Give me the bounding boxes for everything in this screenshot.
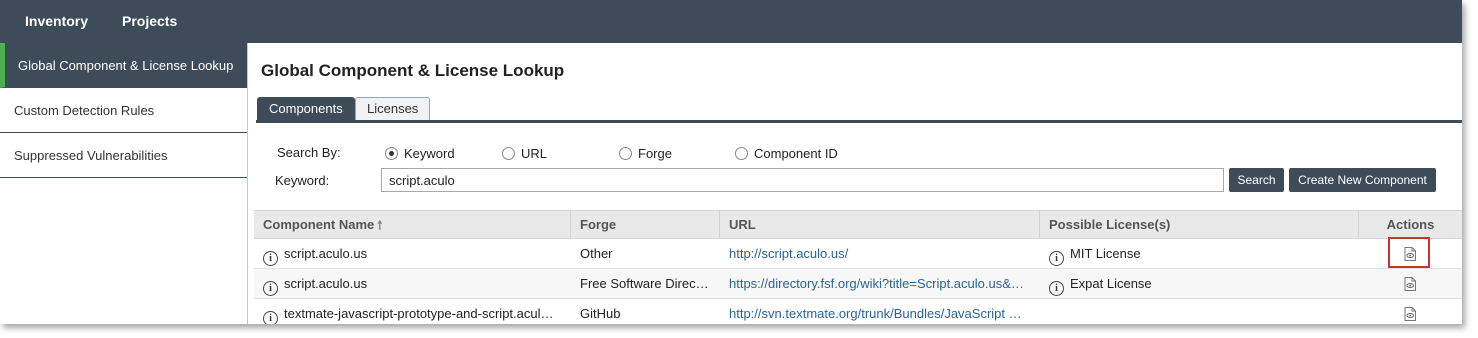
info-circle-icon[interactable]: i [263, 311, 278, 324]
radio-url[interactable]: URL [502, 145, 547, 161]
tab-licenses[interactable]: Licenses [355, 97, 431, 121]
radio-forge-label: Forge [638, 145, 672, 161]
header-forge[interactable]: Forge [571, 211, 720, 239]
cell-component-name[interactable]: i script.aculo.us [254, 239, 571, 268]
highlight-box [1388, 237, 1430, 268]
header-possible-licenses[interactable]: Possible License(s) [1040, 211, 1359, 239]
radio-forge[interactable]: Forge [619, 145, 672, 161]
keyword-input[interactable] [381, 168, 1224, 192]
radio-keyword[interactable]: Keyword [385, 145, 455, 161]
cell-license: i MIT License [1040, 239, 1359, 268]
cell-forge: GitHub [580, 306, 621, 321]
cell-forge: Free Software Direc… [580, 276, 709, 291]
page-title: Global Component & License Lookup [261, 61, 565, 80]
header-component-name[interactable]: Component Name 🠕 [254, 211, 571, 239]
license-name: MIT License [1070, 246, 1141, 261]
view-document-icon[interactable] [1404, 277, 1416, 291]
cell-forge: Other [580, 246, 613, 261]
url-link[interactable]: http://svn.textmate.org/trunk/Bundles/Ja… [729, 306, 1022, 321]
table-row[interactable]: i textmate-javascript-prototype-and-scrip… [254, 299, 1462, 324]
top-nav: Inventory Projects [0, 0, 1462, 43]
table-header: Component Name 🠕 Forge URL Possible Licen… [254, 210, 1462, 239]
keyword-label: Keyword: [275, 173, 330, 188]
radio-keyword-circle[interactable] [385, 146, 398, 160]
radio-url-circle[interactable] [502, 146, 515, 160]
create-new-component-button[interactable]: Create New Component [1289, 168, 1436, 192]
cell-license: i Expat License [1040, 269, 1359, 298]
radio-component-id[interactable]: Component ID [735, 145, 838, 161]
cell-license [1040, 299, 1359, 324]
url-link[interactable]: https://directory.fsf.org/wiki?title=Scr… [729, 276, 1024, 291]
sidebar-item-suppressed-vulnerabilities[interactable]: Suppressed Vulnerabilities [0, 133, 247, 178]
view-document-icon[interactable] [1404, 307, 1416, 321]
header-actions: Actions [1386, 217, 1435, 232]
tab-divider [256, 120, 1462, 123]
radio-keyword-label: Keyword [404, 145, 455, 161]
sort-up-arrow-icon: 🠕 [377, 218, 383, 232]
table-row[interactable]: i script.aculo.us Free Software Direc… ht… [254, 269, 1462, 299]
table-row[interactable]: i script.aculo.us Other http://script.acu… [254, 237, 1462, 269]
component-name: script.aculo.us [284, 276, 368, 291]
nav-inventory[interactable]: Inventory [25, 0, 88, 43]
main-content: Global Component & License Lookup Compon… [252, 43, 1462, 324]
radio-component-id-circle[interactable] [735, 146, 748, 160]
cell-url[interactable]: https://directory.fsf.org/wiki?title=Scr… [720, 269, 1040, 298]
sidebar: Global Component & License Lookup Custom… [0, 43, 248, 324]
url-link[interactable]: http://script.aculo.us/ [729, 246, 848, 261]
sidebar-item-global-lookup[interactable]: Global Component & License Lookup [0, 43, 247, 88]
info-circle-icon[interactable]: i [1049, 281, 1064, 296]
cell-component-name[interactable]: i textmate-javascript-prototype-and-scrip… [254, 299, 571, 324]
header-component-name-label: Component Name [263, 217, 375, 232]
sidebar-item-custom-detection-rules[interactable]: Custom Detection Rules [0, 88, 247, 133]
component-name: script.aculo.us [284, 246, 368, 261]
info-circle-icon[interactable]: i [263, 281, 278, 296]
header-url[interactable]: URL [720, 211, 1040, 239]
search-button[interactable]: Search [1229, 168, 1284, 192]
radio-url-label: URL [521, 145, 548, 161]
info-circle-icon[interactable]: i [263, 251, 278, 266]
nav-projects[interactable]: Projects [122, 0, 177, 43]
tab-components[interactable]: Components [257, 97, 355, 121]
app-window: Inventory Projects Global Component & Li… [0, 0, 1462, 324]
radio-forge-circle[interactable] [619, 146, 632, 160]
cell-url[interactable]: http://svn.textmate.org/trunk/Bundles/Ja… [720, 299, 1040, 324]
info-circle-icon[interactable]: i [1049, 251, 1064, 266]
cell-component-name[interactable]: i script.aculo.us [254, 269, 571, 298]
search-by-label: Search By: [277, 145, 341, 160]
radio-component-id-label: Component ID [754, 145, 838, 161]
component-name: textmate-javascript-prototype-and-script… [284, 306, 554, 321]
license-name: Expat License [1070, 276, 1152, 291]
cell-url[interactable]: http://script.aculo.us/ [720, 239, 1040, 268]
